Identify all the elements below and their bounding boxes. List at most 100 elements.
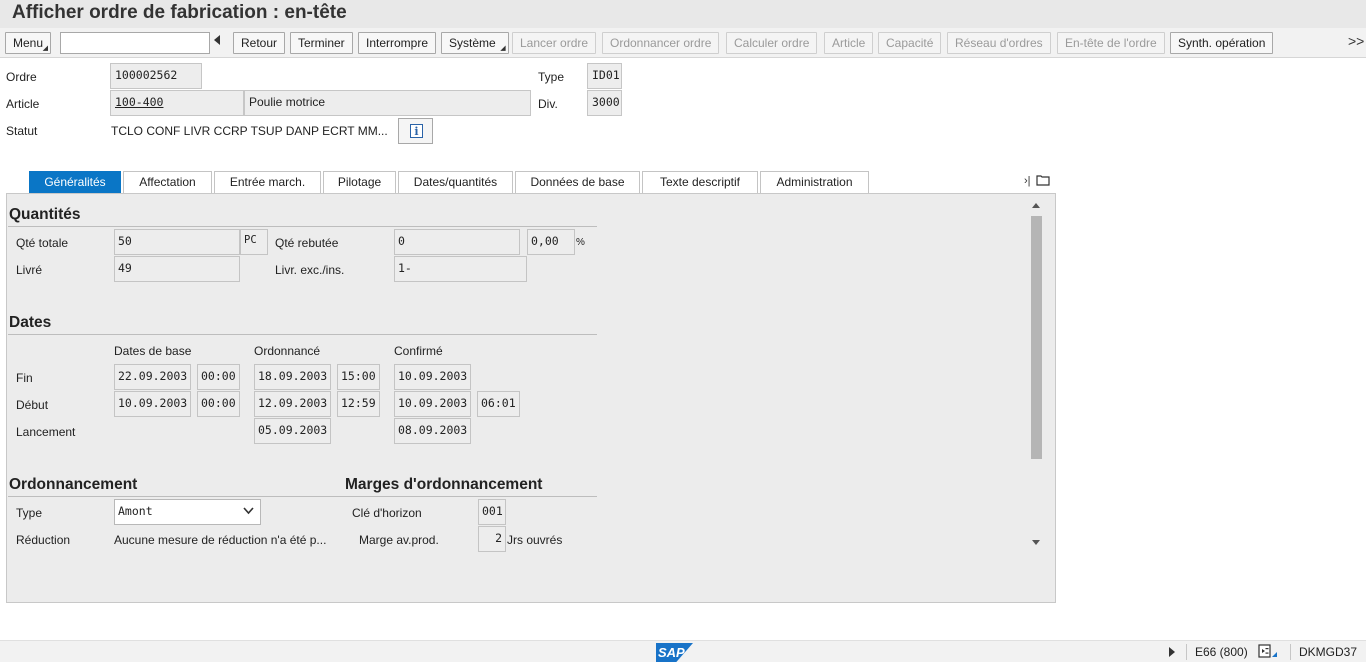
command-history-arrow-icon[interactable] — [214, 35, 220, 45]
end-label: Fin — [16, 371, 33, 385]
status-expand-icon[interactable] — [1169, 647, 1175, 657]
chevron-down-icon — [243, 505, 254, 518]
end-confirmed-date-field[interactable]: 10.09.2003 — [394, 364, 471, 390]
finish-button[interactable]: Terminer — [290, 32, 353, 54]
excess-delivery-label: Livr. exc./ins. — [275, 263, 345, 277]
dropdown-corner-icon: ◢ — [42, 45, 49, 52]
scheduling-type-select[interactable]: Amont — [114, 499, 261, 525]
order-label: Ordre — [6, 70, 37, 84]
release-scheduled-date-field[interactable]: 05.09.2003 — [254, 418, 331, 444]
status-value: TCLO CONF LIVR CCRP TSUP DANP ECRT MM... — [111, 124, 388, 138]
horizon-key-label: Clé d'horizon — [352, 506, 422, 520]
release-order-button[interactable]: Lancer ordre — [512, 32, 597, 54]
order-field[interactable]: 100002562 — [110, 63, 202, 89]
horizon-key-field[interactable]: 001 — [478, 499, 506, 525]
percent-sign: % — [576, 237, 585, 248]
dates-section-title: Dates — [9, 314, 52, 331]
tab-administration[interactable]: Administration — [760, 171, 869, 194]
order-network-button[interactable]: Réseau d'ordres — [947, 32, 1051, 54]
start-label: Début — [16, 398, 49, 412]
start-confirmed-time-field[interactable]: 06:01 — [477, 391, 520, 417]
order-header-button[interactable]: En-tête de l'ordre — [1057, 32, 1165, 54]
info-icon: i — [410, 124, 423, 138]
tab-pilotage[interactable]: Pilotage — [323, 171, 396, 194]
release-label: Lancement — [16, 425, 76, 439]
tab-dates-quantites[interactable]: Dates/quantités — [398, 171, 513, 194]
tab-navigation[interactable]: ›| — [1024, 174, 1050, 187]
scroll-up-icon[interactable] — [1032, 203, 1040, 208]
dropdown-corner-icon: ◢ — [500, 45, 506, 52]
tab-scroll-end-icon[interactable]: ›| — [1024, 175, 1031, 187]
system-button[interactable]: Système ◢ — [441, 32, 509, 54]
tab-generalites[interactable]: Généralités — [29, 171, 121, 194]
panel-scrollbar[interactable] — [1028, 200, 1045, 550]
margin-before-prod-label: Marge av.prod. — [359, 533, 439, 547]
type-label: Type — [538, 70, 565, 84]
status-separator — [1186, 644, 1187, 660]
tab-list-folder-icon[interactable] — [1035, 174, 1050, 186]
tab-affectation[interactable]: Affectation — [123, 171, 212, 194]
scheduling-divider — [8, 496, 597, 497]
scroll-down-icon[interactable] — [1032, 540, 1040, 545]
end-scheduled-date-field[interactable]: 18.09.2003 — [254, 364, 331, 390]
scheduling-type-value: Amont — [118, 504, 153, 518]
reduction-value: Aucune mesure de réduction n'a été p... — [114, 533, 327, 547]
menu-button[interactable]: Menu ◢ — [5, 32, 52, 54]
margins-section-title: Marges d'ordonnancement — [345, 476, 543, 493]
base-dates-header: Dates de base — [114, 344, 192, 358]
synth-operation-button[interactable]: Synth. opération — [1170, 32, 1274, 54]
start-scheduled-date-field[interactable]: 12.09.2003 — [254, 391, 331, 417]
start-base-time-field[interactable]: 00:00 — [197, 391, 240, 417]
start-confirmed-date-field[interactable]: 10.09.2003 — [394, 391, 471, 417]
command-field[interactable] — [60, 32, 210, 54]
division-field[interactable]: 3000 — [587, 90, 622, 116]
total-qty-field[interactable]: 50 — [114, 229, 240, 255]
tab-texte-descriptif[interactable]: Texte descriptif — [642, 171, 758, 194]
total-qty-label: Qté totale — [16, 236, 69, 250]
calculate-order-button[interactable]: Calculer ordre — [726, 32, 818, 54]
system-button-label: Système — [449, 36, 496, 50]
start-base-date-field[interactable]: 10.09.2003 — [114, 391, 191, 417]
dates-divider — [8, 334, 597, 335]
scrap-percent-field[interactable]: 0,00 — [527, 229, 575, 255]
session-menu-icon[interactable] — [1258, 644, 1278, 662]
interrupt-button[interactable]: Interrompre — [358, 32, 437, 54]
status-info-button[interactable]: i — [398, 118, 433, 144]
status-label: Statut — [6, 124, 38, 138]
more-chevron-icon[interactable]: >> — [1348, 33, 1364, 49]
confirmed-header: Confirmé — [394, 344, 443, 358]
article-field[interactable]: 100-400 — [110, 90, 244, 116]
status-separator — [1290, 644, 1291, 660]
back-button[interactable]: Retour — [233, 32, 286, 54]
scrap-qty-label: Qté rebutée — [275, 236, 339, 250]
margin-before-prod-field[interactable]: 2 — [478, 526, 506, 552]
scheduled-header: Ordonnancé — [254, 344, 321, 358]
scrap-qty-field[interactable]: 0 — [394, 229, 520, 255]
type-field[interactable]: ID01 — [587, 63, 622, 89]
article-button[interactable]: Article — [824, 32, 874, 54]
toolbar: Menu ◢ Retour Terminer Interrompre Systèm… — [0, 28, 1366, 58]
delivered-label: Livré — [16, 263, 43, 277]
end-scheduled-time-field[interactable]: 15:00 — [337, 364, 380, 390]
article-label: Article — [6, 97, 40, 111]
delivered-field[interactable]: 49 — [114, 256, 240, 282]
reduction-label: Réduction — [16, 533, 71, 547]
start-scheduled-time-field[interactable]: 12:59 — [337, 391, 380, 417]
end-base-date-field[interactable]: 22.09.2003 — [114, 364, 191, 390]
end-base-time-field[interactable]: 00:00 — [197, 364, 240, 390]
capacity-button[interactable]: Capacité — [878, 32, 942, 54]
schedule-order-button[interactable]: Ordonnancer ordre — [602, 32, 720, 54]
menu-button-label: Menu — [13, 36, 44, 50]
sap-logo: SAP — [656, 643, 693, 662]
scheduling-section-title: Ordonnancement — [9, 476, 138, 493]
article-description-field[interactable]: Poulie motrice — [244, 90, 531, 116]
scrollbar-thumb[interactable] — [1031, 216, 1042, 459]
system-info[interactable]: E66 (800) — [1195, 645, 1248, 659]
release-confirmed-date-field[interactable]: 08.09.2003 — [394, 418, 471, 444]
tab-donnees-de-base[interactable]: Données de base — [515, 171, 640, 194]
tab-entree-march[interactable]: Entrée march. — [214, 171, 321, 194]
excess-delivery-field[interactable]: 1- — [394, 256, 527, 282]
unit-field[interactable]: PC — [240, 229, 268, 255]
status-bar: SAP E66 (800) DKMGD37 — [0, 640, 1366, 662]
scheduling-type-label: Type — [16, 506, 43, 520]
